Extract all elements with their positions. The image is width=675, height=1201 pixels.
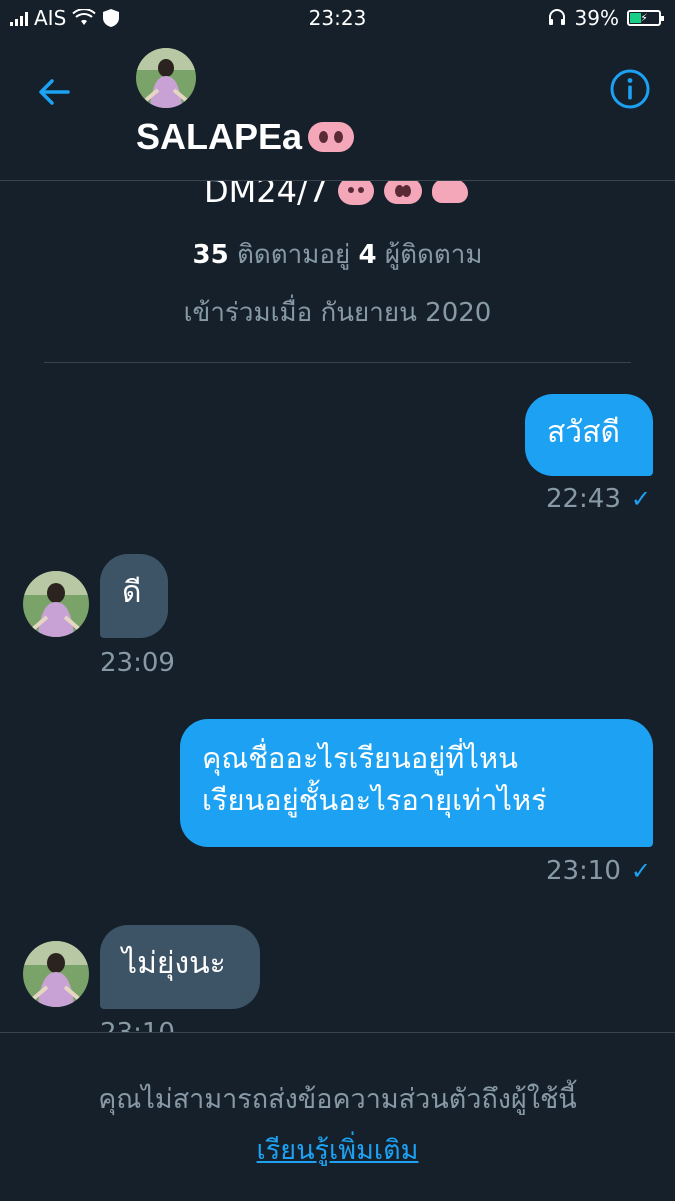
sender-avatar[interactable] bbox=[23, 571, 89, 637]
charging-icon: ⚡ bbox=[640, 11, 648, 25]
pig-face-emoji-icon bbox=[338, 177, 375, 205]
dm-disabled-notice: คุณไม่สามารถส่งข้อความส่วนตัวถึงผู้ใช้นี… bbox=[98, 1084, 577, 1115]
sent-message-bubble[interactable]: คุณชื่ออะไรเรียนอยู่ที่ไหน เรียนอยู่ชั้น… bbox=[180, 719, 653, 847]
back-arrow-icon[interactable] bbox=[34, 72, 74, 112]
followers-count[interactable]: 4 bbox=[358, 240, 376, 270]
headset-icon bbox=[548, 9, 565, 25]
following-count[interactable]: 35 bbox=[193, 240, 229, 270]
contact-name-text: SALAPEa bbox=[136, 116, 303, 157]
profile-summary: DM24/7 35 ติดตามอยู่ 4 ผู้ติดตาม เข้าร่ว… bbox=[0, 172, 675, 370]
contact-name: SALAPEa bbox=[136, 116, 355, 158]
message-text: สวัสดี bbox=[547, 415, 620, 450]
pig-emoji-icon bbox=[432, 179, 469, 203]
divider bbox=[44, 362, 631, 363]
pig-nose-emoji-icon bbox=[384, 178, 423, 204]
status-right: 39% ⚡ bbox=[547, 6, 664, 30]
message-time: 23:09 bbox=[100, 648, 175, 678]
status-bar: AIS 23:23 39% ⚡ bbox=[0, 0, 675, 36]
message-meta: 23:10 ✓ bbox=[546, 856, 651, 886]
conversation-header: SALAPEa bbox=[0, 36, 675, 181]
battery-percent: 39% bbox=[574, 6, 619, 30]
received-message-bubble[interactable]: ไม่ยุ่งนะ bbox=[100, 925, 260, 1009]
message-text-line: คุณชื่ออะไรเรียนอยู่ที่ไหน bbox=[202, 741, 518, 775]
received-message-bubble[interactable]: ดี bbox=[100, 554, 168, 638]
sender-avatar[interactable] bbox=[23, 941, 89, 1007]
header-avatar[interactable] bbox=[136, 48, 196, 108]
dm-disabled-footer: คุณไม่สามารถส่งข้อความส่วนตัวถึงผู้ใช้นี… bbox=[0, 1032, 675, 1201]
sent-check-icon: ✓ bbox=[630, 857, 651, 885]
message-time: 22:43 bbox=[545, 484, 621, 514]
message-text: ดี bbox=[122, 575, 142, 610]
followers-label[interactable]: ผู้ติดตาม bbox=[385, 240, 483, 270]
sent-message-bubble[interactable]: สวัสดี bbox=[525, 394, 653, 476]
info-icon[interactable] bbox=[609, 68, 651, 110]
message-text: ไม่ยุ่งนะ bbox=[122, 946, 226, 981]
learn-more-link[interactable]: เรียนรู้เพิ่มเติม bbox=[257, 1128, 419, 1171]
pig-nose-emoji-icon bbox=[308, 122, 355, 152]
message-meta: 23:09 bbox=[100, 648, 175, 678]
message-meta: 22:43 ✓ bbox=[546, 484, 651, 514]
message-time: 23:10 bbox=[545, 856, 621, 886]
joined-date: เข้าร่วมเมื่อ กันยายน 2020 bbox=[183, 298, 492, 328]
sent-check-icon: ✓ bbox=[630, 485, 651, 513]
battery-icon: ⚡ bbox=[627, 10, 664, 26]
following-label[interactable]: ติดตามอยู่ bbox=[237, 240, 350, 270]
follow-stats: 35 ติดตามอยู่ 4 ผู้ติดตาม bbox=[0, 234, 675, 275]
message-text-line: เรียนอยู่ชั้นอะไรอายุเท่าไหร่ bbox=[202, 783, 547, 817]
